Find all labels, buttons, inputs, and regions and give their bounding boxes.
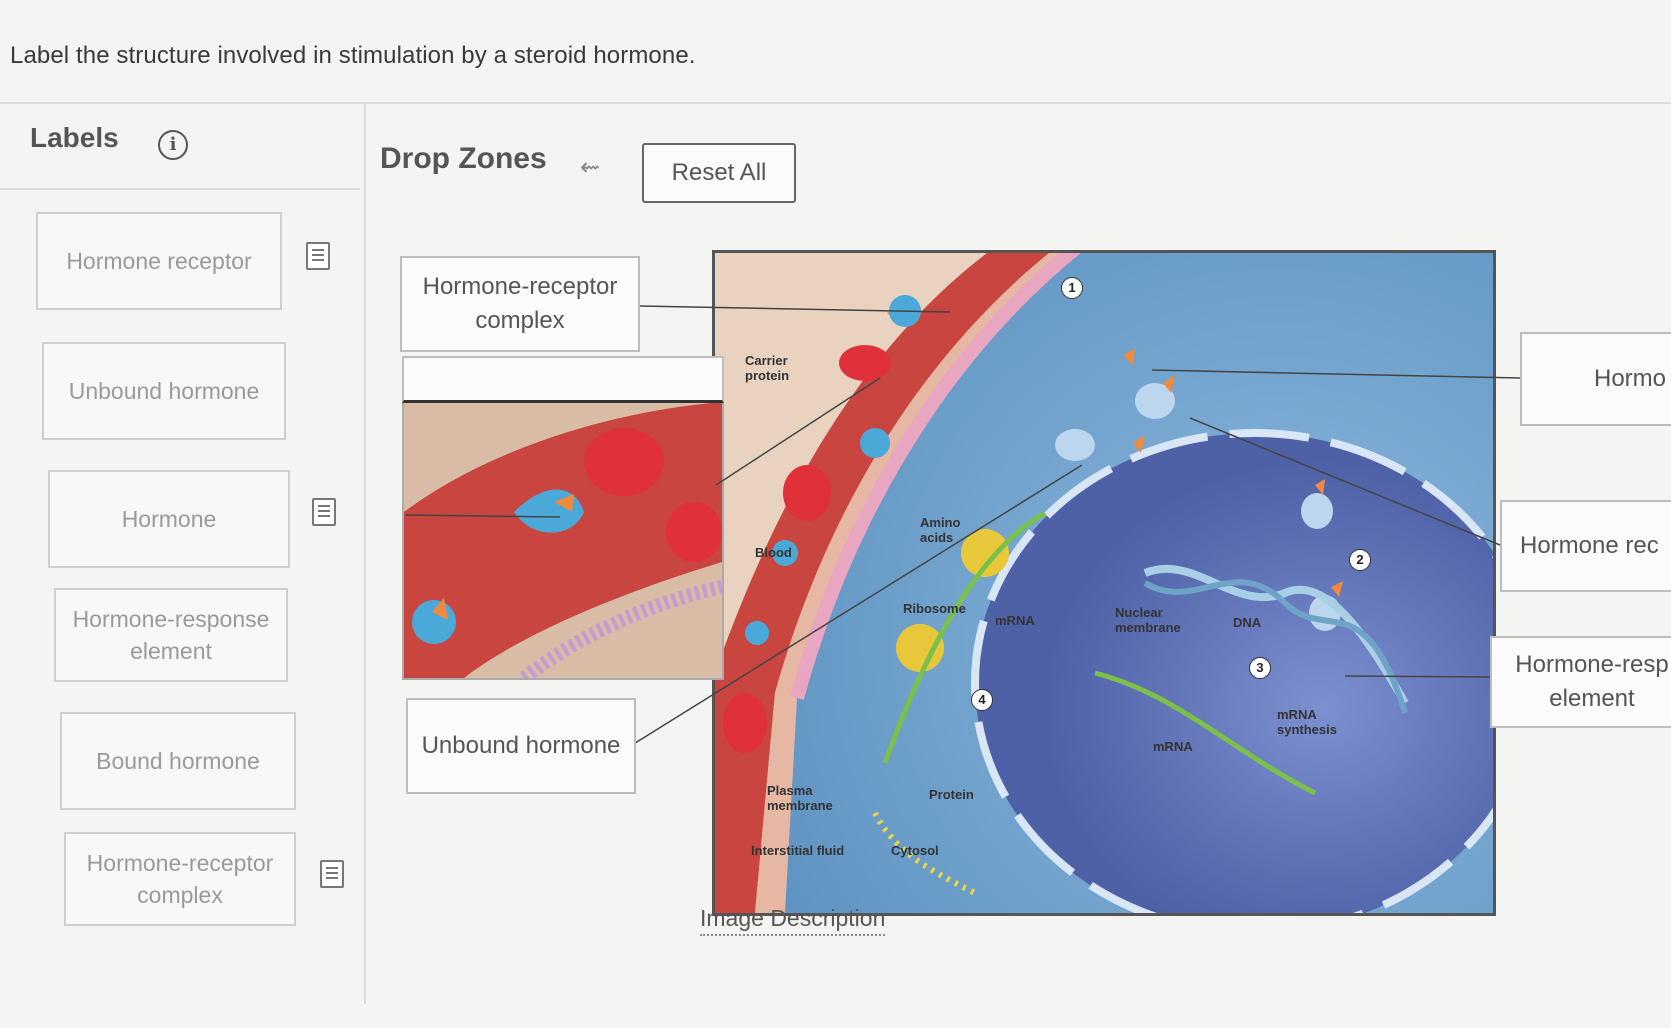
image-description-link[interactable]: Image Description — [700, 905, 886, 936]
leader-lines — [405, 305, 1521, 746]
drop-zone-5[interactable]: Hormone rec — [1500, 500, 1671, 592]
drop-zone-4[interactable]: Hormo — [1520, 332, 1671, 426]
drop-zone-6[interactable]: Hormone-resp element — [1490, 636, 1671, 728]
drop-zone-2[interactable] — [402, 356, 724, 403]
drop-zone-1[interactable]: Hormone-receptor complex — [400, 256, 640, 352]
drop-zone-3[interactable]: Unbound hormone — [406, 698, 636, 794]
